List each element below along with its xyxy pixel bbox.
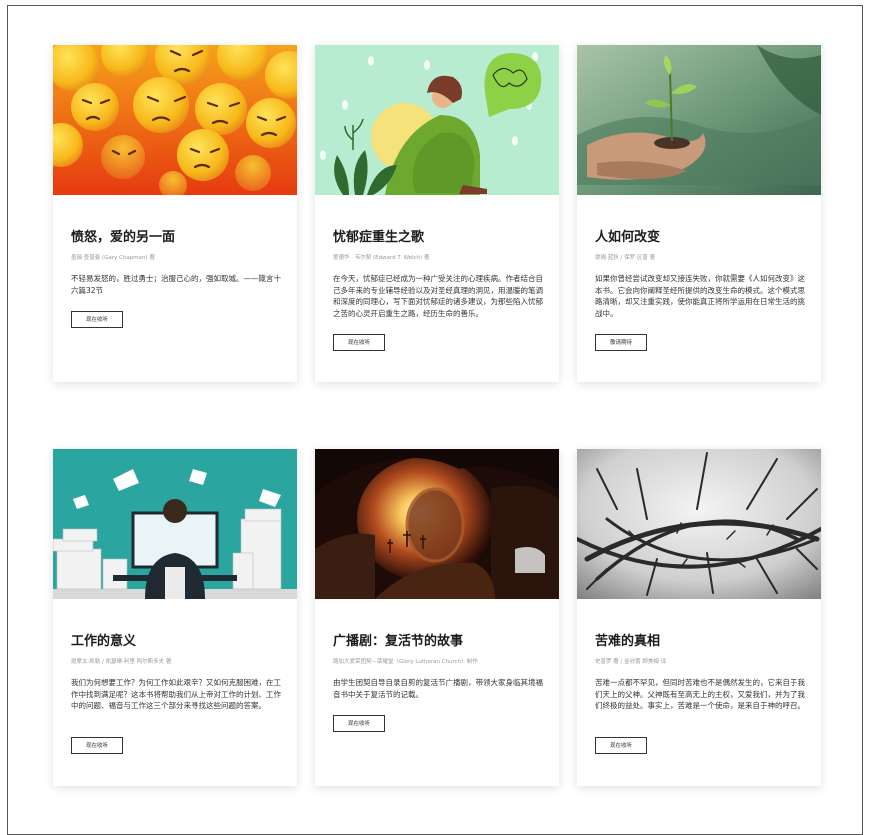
sad-woman-illustration bbox=[315, 45, 559, 195]
office-worker-illustration bbox=[53, 449, 297, 599]
book-author: 爱德华 · 韦尔契 (Edward T. Welch) 著 bbox=[333, 255, 430, 261]
crown-of-thorns-photo bbox=[577, 449, 821, 599]
listen-now-button[interactable]: 现在收听 bbox=[595, 737, 647, 754]
book-description: 不轻易发怒的，胜过勇士；治服己心的，强如取城。——箴言十六篇32节 bbox=[71, 274, 281, 295]
book-title: 人如何改变 bbox=[595, 230, 661, 245]
book-card-how-people-change: 人如何改变 提姆·蓝狄 / 保罗·区普 著 如果你曾经尝试改变却又接连失败，你就… bbox=[577, 45, 821, 382]
book-author: 提摩太·凯勒 / 凯瑟琳·利里·阿尔斯多夫 著 bbox=[71, 659, 172, 665]
book-description: 由学生团契自导自录自剪的复活节广播剧，带领大家身临其境福音书中关于复活节的记载。 bbox=[333, 678, 543, 699]
empty-tomb-photo bbox=[315, 449, 559, 599]
angry-emoji-image bbox=[53, 45, 297, 195]
book-description: 苦难一点都不罕见，但同时苦难也不是偶然发生的，它来自于我们天上的父神。父神既有至… bbox=[595, 678, 805, 710]
book-description: 如果你曾经尝试改变却又接连失败，你就需要《人如何改变》这本书。它会向你阐释圣经所… bbox=[595, 274, 805, 318]
book-title: 愤怒，爱的另一面 bbox=[71, 230, 176, 245]
book-card-easter-story: 广播剧：复活节的故事 路加大爱荣团契—荣耀堂（Glory Lutheran Ch… bbox=[315, 449, 559, 786]
book-author: 路加大爱荣团契—荣耀堂（Glory Lutheran Church）制作 bbox=[333, 659, 478, 665]
listen-now-button[interactable]: 现在收听 bbox=[333, 334, 385, 351]
listen-now-button[interactable]: 现在收听 bbox=[71, 311, 123, 328]
book-title: 苦难的真相 bbox=[595, 634, 661, 649]
book-card-truth-of-suffering: 苦难的真相 史普罗 著 / 金欣蕾 顾美梅 译 苦难一点都不罕见，但同时苦难也不… bbox=[577, 449, 821, 786]
book-author: 盖瑞·查普曼 (Gary Chapman) 著 bbox=[71, 255, 155, 261]
book-card-depression: 忧郁症重生之歌 爱德华 · 韦尔契 (Edward T. Welch) 著 在今… bbox=[315, 45, 559, 382]
book-description: 我们为何想要工作？为何工作如此艰辛？又如何克服困难，在工作中找到满足呢？这本书将… bbox=[71, 678, 281, 710]
listen-now-button[interactable]: 现在收听 bbox=[71, 737, 123, 754]
book-card-meaning-of-work: 工作的意义 提摩太·凯勒 / 凯瑟琳·利里·阿尔斯多夫 著 我们为何想要工作？为… bbox=[53, 449, 297, 786]
book-card-anger: 愤怒，爱的另一面 盖瑞·查普曼 (Gary Chapman) 著 不轻易发怒的，… bbox=[53, 45, 297, 382]
book-title: 广播剧：复活节的故事 bbox=[333, 634, 464, 649]
book-author: 史普罗 著 / 金欣蕾 顾美梅 译 bbox=[595, 659, 667, 665]
book-title: 工作的意义 bbox=[71, 634, 137, 649]
book-author: 提姆·蓝狄 / 保罗·区普 著 bbox=[595, 255, 656, 261]
coming-soon-button[interactable]: 敬请期待 bbox=[595, 334, 647, 351]
hands-sprout-photo bbox=[577, 45, 821, 195]
book-title: 忧郁症重生之歌 bbox=[333, 230, 425, 245]
book-description: 在今天，忧郁症已经成为一种广受关注的心理疾病。作者结合自己多年来的专业辅导经验以… bbox=[333, 274, 543, 318]
listen-now-button[interactable]: 现在收听 bbox=[333, 715, 385, 732]
